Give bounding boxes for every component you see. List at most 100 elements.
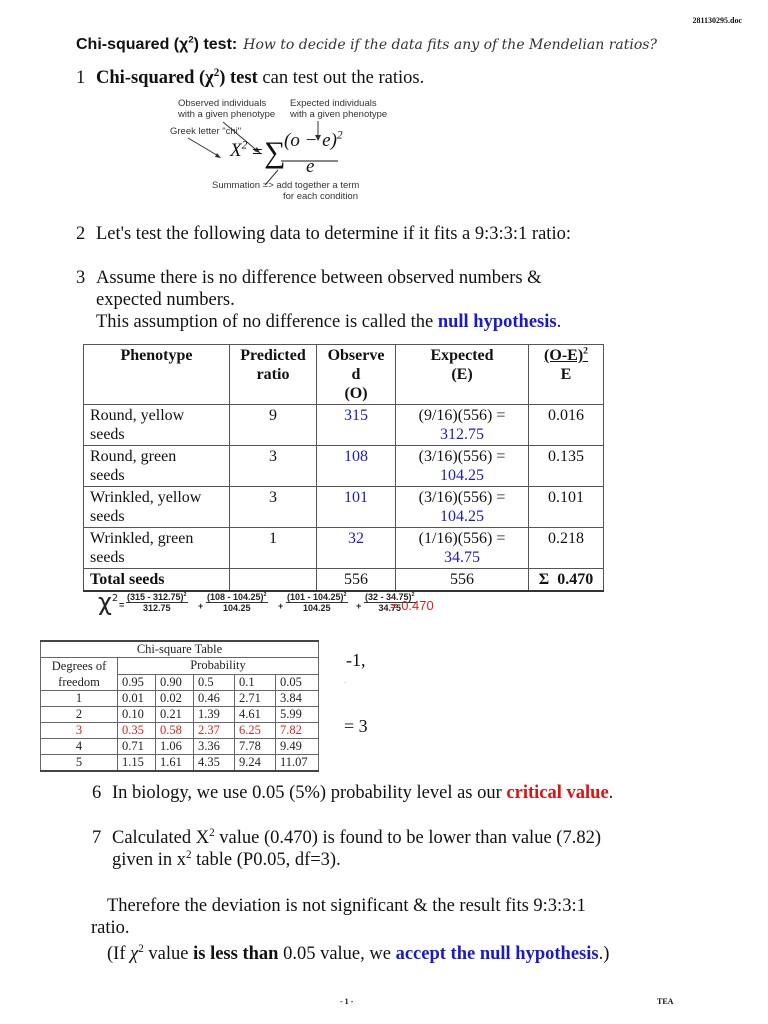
section-7-line-2: given in x2 table (P0.05, df=3). bbox=[92, 849, 601, 871]
calc-equals: = bbox=[119, 600, 125, 610]
critical-value-term: critical value bbox=[506, 783, 609, 803]
cst-df: 5 bbox=[40, 754, 118, 772]
section-7-line-1-a: Calculated X bbox=[112, 828, 210, 848]
header-observed-1: Observe bbox=[327, 347, 385, 364]
total-chi-value: 0.470 bbox=[557, 571, 594, 588]
header-observed: Observe d (O) bbox=[316, 344, 396, 405]
cell-expected: (3/16)(556) = 104.25 bbox=[395, 486, 529, 528]
side-fragment-3: = 3 bbox=[344, 716, 368, 736]
conclusion-b: 0.05 value, we bbox=[278, 944, 396, 964]
cell-expected: (9/16)(556) = 312.75 bbox=[395, 404, 529, 446]
cell-ratio: 3 bbox=[229, 486, 317, 528]
section-3-line-3-pre: This assumption of no difference is call… bbox=[96, 312, 438, 332]
cst-title-row: Chi-square Table bbox=[40, 640, 319, 658]
cst-value: 9.24 bbox=[234, 754, 276, 772]
cst-value: 1.15 bbox=[117, 754, 156, 772]
expected-formula: (3/16)(556) = bbox=[418, 489, 506, 506]
section-2-text: Let's test the following data to determi… bbox=[96, 224, 571, 244]
phenotype-data-table: Phenotype Predicted ratio Observe d (O) Exp… bbox=[83, 344, 604, 592]
cst-value: 9.49 bbox=[275, 738, 319, 755]
calc-chi-symbol: χ2 bbox=[98, 588, 118, 616]
cell-ratio: 9 bbox=[229, 404, 317, 446]
cst-df: 1 bbox=[40, 690, 118, 707]
conclusion-close: .) bbox=[598, 944, 610, 964]
cst-value: 7.78 bbox=[234, 738, 276, 755]
phenotype-line-1: Round, yellow bbox=[90, 407, 185, 424]
formula-chi: X bbox=[230, 140, 242, 161]
formula-equals: = bbox=[252, 142, 263, 163]
header-observed-2: d bbox=[351, 366, 361, 383]
header-expected-2: (E) bbox=[451, 366, 473, 383]
section-3-line-3: This assumption of no difference is call… bbox=[76, 311, 561, 333]
calc-term-1: (315 - 312.75)2 312.75 bbox=[126, 592, 188, 613]
cst-value: 0.46 bbox=[193, 690, 235, 707]
cst-value: 1.39 bbox=[193, 706, 235, 723]
cst-value: 0.21 bbox=[155, 706, 194, 723]
formula-numerator-sup: 2 bbox=[336, 129, 343, 142]
table-header-row: Phenotype Predicted ratio Observe d (O) Exp… bbox=[83, 344, 604, 405]
term-sup: 2 bbox=[343, 592, 347, 598]
table-row: Round, green seeds 3 108 (3/16)(556) = 104… bbox=[83, 445, 604, 487]
cell-chi: 0.101 bbox=[528, 486, 604, 528]
chi-squared-formula-figure: Observed individuals with a given phenot… bbox=[168, 95, 403, 205]
phenotype-line-1: Wrinkled, green bbox=[90, 530, 194, 547]
cst-value: 11.07 bbox=[275, 754, 319, 772]
calc-plus: + bbox=[356, 601, 362, 611]
cst-value: 2.71 bbox=[234, 690, 276, 707]
section-7-line-2-b: table (P0.05, df=3). bbox=[191, 850, 341, 870]
section-3-line-3-post: . bbox=[556, 312, 562, 332]
conclusion-bold: is less than bbox=[193, 944, 279, 964]
cst-value: 1.61 bbox=[155, 754, 194, 772]
cst-df-label-1: Degrees of bbox=[51, 659, 107, 673]
table-row: Wrinkled, green seeds 1 32 (1/16)(556) = 3… bbox=[83, 527, 604, 569]
section-7-line-1: 7 Calculated X2 value (0.470) is found to… bbox=[92, 827, 601, 849]
section-1-bold-a: Chi-squared (χ bbox=[96, 68, 214, 88]
calc-plus: + bbox=[278, 601, 284, 611]
cst-df-label-2: freedom bbox=[58, 675, 100, 689]
table-total-row: Total seeds 556 556 Σ 0.470 bbox=[83, 568, 604, 592]
expected-value: 104.25 bbox=[440, 508, 484, 525]
cst-row: 2 0.10 0.21 1.39 4.61 5.99 bbox=[40, 706, 319, 723]
cst-row: 1 0.01 0.02 0.46 2.71 3.84 bbox=[40, 690, 319, 707]
cst-value: 5.99 bbox=[275, 706, 319, 723]
cst-value: 3.84 bbox=[275, 690, 319, 707]
term-numerator: (101 - 104.25) bbox=[287, 592, 344, 602]
phenotype-line-2: seeds bbox=[90, 426, 125, 443]
expected-value: 34.75 bbox=[444, 549, 480, 566]
label-summation-1: Summation => add together a term bbox=[212, 180, 360, 191]
cst-value: 3.36 bbox=[193, 738, 235, 755]
section-6-post: . bbox=[608, 783, 614, 803]
section-7-line-2-a: given in x bbox=[112, 850, 186, 870]
cst-df-header: Degrees of freedom bbox=[40, 657, 118, 691]
term-sup: 2 bbox=[263, 592, 267, 598]
section-3-line-2: expected numbers. bbox=[96, 290, 235, 310]
term-denominator: 104.25 bbox=[303, 603, 331, 613]
cell-chi: 0.016 bbox=[528, 404, 604, 446]
cst-value: 6.25 bbox=[234, 722, 276, 739]
cell-ratio: 1 bbox=[229, 527, 317, 569]
section-1-bold-b: ) test bbox=[219, 68, 258, 88]
section-number: 2 bbox=[76, 224, 86, 244]
header-observed-3: (O) bbox=[344, 385, 368, 402]
section-3-line-1: 3 Assume there is no difference between o… bbox=[76, 267, 561, 289]
label-summation-2: for each condition bbox=[283, 191, 358, 202]
cell-observed: 315 bbox=[316, 404, 396, 446]
label-expected-2: with a given phenotype bbox=[290, 109, 388, 120]
term-numerator: (315 - 312.75) bbox=[127, 592, 184, 602]
header-chi-denominator: E bbox=[560, 366, 572, 383]
arrow-head-greek bbox=[215, 153, 221, 158]
cell-total-chi: Σ 0.470 bbox=[528, 568, 604, 592]
section-1-rest: can test out the ratios. bbox=[257, 68, 425, 88]
header-predicted-ratio: Predicted ratio bbox=[229, 344, 317, 405]
cst-df: 4 bbox=[40, 738, 118, 755]
cst-row: 4 0.71 1.06 3.36 7.78 9.49 bbox=[40, 738, 319, 755]
cell-phenotype: Round, yellow seeds bbox=[83, 404, 230, 446]
phenotype-line-1: Wrinkled, yellow bbox=[90, 489, 202, 506]
phenotype-line-2: seeds bbox=[90, 508, 125, 525]
null-hypothesis-term: null hypothesis bbox=[437, 312, 557, 332]
cell-observed: 101 bbox=[316, 486, 396, 528]
side-fragment-2: . bbox=[344, 676, 346, 685]
section-3: 3 Assume there is no difference between o… bbox=[76, 267, 561, 333]
phenotype-line-2: seeds bbox=[90, 467, 125, 484]
label-expected-1: Expected individuals bbox=[290, 98, 377, 109]
